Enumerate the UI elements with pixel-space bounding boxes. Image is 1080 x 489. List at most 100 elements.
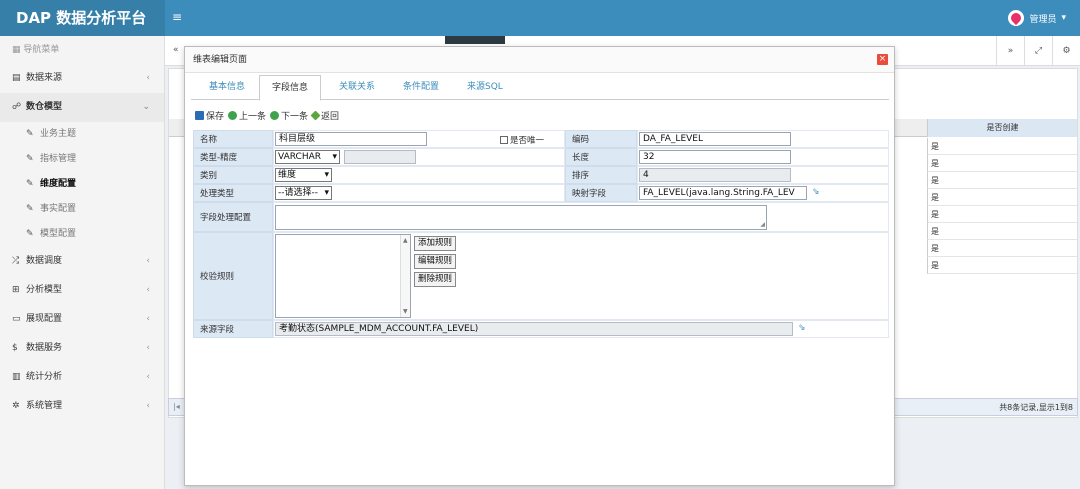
grid-column-header-created[interactable]: 是否创建 bbox=[927, 119, 1077, 137]
type-precision-label: 类型-精度 bbox=[193, 148, 273, 166]
tab-source-sql[interactable]: 来源SQL bbox=[455, 75, 515, 100]
top-navbar: DAP 数据分析平台 ≡ 管理员 ▾ bbox=[0, 0, 1080, 36]
unique-checkbox[interactable]: 是否唯一 bbox=[500, 134, 544, 146]
arrow-down-icon bbox=[270, 110, 280, 120]
save-button[interactable]: 保存 bbox=[195, 109, 224, 122]
first-page-icon[interactable]: |◂ bbox=[173, 402, 180, 411]
chevron-left-icon: ‹ bbox=[146, 256, 150, 266]
tab-conditions[interactable]: 条件配置 bbox=[391, 75, 451, 100]
picker-icon[interactable]: ⇘ bbox=[798, 324, 807, 333]
sidebar-subitem-business-topic[interactable]: ✎ 业务主题 bbox=[0, 122, 164, 147]
menu-toggle-icon[interactable]: ≡ bbox=[172, 10, 182, 24]
dialog-toolbar: 保存 上一条 下一条 返回 bbox=[195, 107, 339, 123]
chevron-left-icon: ‹ bbox=[146, 73, 150, 83]
grid-cell: 是 bbox=[927, 240, 1077, 257]
sidebar-item-warehouse-model[interactable]: ☍ 数仓模型 ⌄ bbox=[0, 93, 164, 122]
chevron-left-icon: ‹ bbox=[146, 372, 150, 382]
grid-cell: 是 bbox=[927, 257, 1077, 274]
process-type-select[interactable]: --请选择-- bbox=[275, 186, 332, 200]
structure-icon: ⊞ bbox=[12, 285, 20, 295]
user-menu[interactable]: 管理员 ▾ bbox=[1008, 10, 1066, 26]
sitemap-icon: ☍ bbox=[12, 102, 22, 112]
type-select[interactable]: VARCHAR bbox=[275, 150, 340, 164]
name-field[interactable]: 科目层级 bbox=[275, 132, 427, 146]
scroll-up-icon[interactable]: ▲ bbox=[403, 237, 408, 244]
sidebar-item-analysis-model[interactable]: ⊞ 分析模型 ‹ bbox=[0, 276, 164, 305]
grid-icon: ▦ bbox=[12, 45, 24, 55]
dollar-icon: $ bbox=[12, 343, 18, 353]
picker-icon[interactable]: ⇘ bbox=[812, 188, 821, 197]
mapping-field[interactable]: FA_LEVEL(java.lang.String.FA_LEV bbox=[639, 186, 807, 200]
sidebar-item-display-config[interactable]: ▭ 展现配置 ‹ bbox=[0, 305, 164, 334]
caret-down-icon: ▾ bbox=[1061, 13, 1066, 23]
wrench-icon: ✎ bbox=[26, 204, 34, 214]
code-field[interactable]: DA_FA_LEVEL bbox=[639, 132, 791, 146]
app-brand[interactable]: DAP 数据分析平台 bbox=[0, 0, 165, 36]
sidebar-item-statistics[interactable]: ▥ 统计分析 ‹ bbox=[0, 363, 164, 392]
chevron-left-icon: ‹ bbox=[146, 285, 150, 295]
precision-field[interactable] bbox=[344, 150, 416, 164]
sidebar-subitem-metrics[interactable]: ✎ 指标管理 bbox=[0, 147, 164, 172]
pagination-info: 共8条记录,显示1到8 bbox=[999, 403, 1073, 412]
length-field[interactable]: 32 bbox=[639, 150, 791, 164]
double-chevron-left-icon[interactable]: « bbox=[173, 45, 179, 55]
grid-cell: 是 bbox=[927, 206, 1077, 223]
active-tab-indicator bbox=[445, 36, 505, 44]
chevron-down-icon: ⌄ bbox=[142, 102, 150, 112]
wrench-icon: ✎ bbox=[26, 129, 34, 139]
scrollbar[interactable]: ▲ ▼ bbox=[400, 235, 410, 317]
wrench-icon: ✎ bbox=[26, 229, 34, 239]
gear-icon[interactable]: ⚙ bbox=[1052, 36, 1080, 66]
gear-icon: ✲ bbox=[12, 401, 20, 411]
save-icon bbox=[195, 110, 204, 120]
checkbox-box[interactable] bbox=[500, 136, 508, 144]
tab-field-info[interactable]: 字段信息 bbox=[259, 75, 322, 101]
resize-grip-icon[interactable]: ◢ bbox=[760, 221, 765, 228]
shuffle-icon: ⤮ bbox=[12, 256, 20, 266]
dialog-tabs: 基本信息 字段信息 关联关系 条件配置 来源SQL bbox=[191, 75, 889, 101]
sidebar-item-data-service[interactable]: $ 数据服务 ‹ bbox=[0, 334, 164, 363]
grid-cell: 是 bbox=[927, 189, 1077, 206]
validation-label: 校验规则 bbox=[193, 232, 273, 320]
tab-basic-info[interactable]: 基本信息 bbox=[197, 75, 257, 100]
sidebar-header: ▦ 导航菜单 bbox=[12, 45, 60, 55]
bar-chart-icon: ▥ bbox=[12, 372, 21, 382]
sidebar: ▦ 导航菜单 ▤ 数据来源 ‹ ☍ 数仓模型 ⌄ ✎ 业务主题 ✎ 指标管理 ✎ 维度配置 ✎… bbox=[0, 36, 165, 489]
order-label: 排序 bbox=[565, 166, 637, 184]
dialog-title: 维表编辑页面 bbox=[185, 47, 894, 73]
wrench-icon: ✎ bbox=[26, 179, 34, 189]
scroll-down-icon[interactable]: ▼ bbox=[403, 308, 408, 315]
back-button[interactable]: 返回 bbox=[310, 109, 339, 122]
code-label: 编码 bbox=[565, 130, 637, 148]
source-field[interactable]: 考勤状态(SAMPLE_MDM_ACCOUNT.FA_LEVEL) bbox=[275, 322, 793, 336]
prev-button[interactable]: 上一条 bbox=[228, 109, 266, 122]
tab-relations[interactable]: 关联关系 bbox=[327, 75, 387, 100]
grid-cell: 是 bbox=[927, 223, 1077, 240]
order-field[interactable]: 4 bbox=[639, 168, 791, 182]
sidebar-subitem-model[interactable]: ✎ 模型配置 bbox=[0, 222, 164, 247]
source-field-label: 来源字段 bbox=[193, 320, 273, 338]
name-label: 名称 bbox=[193, 130, 273, 148]
validation-rule-list[interactable]: ▲ ▼ bbox=[275, 234, 411, 318]
chevron-left-icon: ‹ bbox=[146, 314, 150, 324]
sidebar-item-datasource[interactable]: ▤ 数据来源 ‹ bbox=[0, 64, 164, 93]
mapping-label: 映射字段 bbox=[565, 184, 637, 202]
next-button[interactable]: 下一条 bbox=[270, 109, 308, 122]
category-select[interactable]: 维度 bbox=[275, 168, 332, 182]
sidebar-item-system[interactable]: ✲ 系统管理 ‹ bbox=[0, 392, 164, 421]
process-config-textarea[interactable]: ◢ bbox=[275, 205, 767, 230]
field-form: 名称 科目层级 是否唯一 编码 DA_FA_LEVEL 类型-精度 VARCHA… bbox=[193, 130, 889, 341]
edit-rule-button[interactable]: 编辑规则 bbox=[414, 254, 457, 269]
fullscreen-icon[interactable]: ⤢ bbox=[1024, 36, 1052, 66]
add-rule-button[interactable]: 添加规则 bbox=[414, 236, 457, 251]
sidebar-subitem-dimension[interactable]: ✎ 维度配置 bbox=[0, 172, 164, 197]
double-chevron-right-icon[interactable]: » bbox=[996, 36, 1024, 66]
close-icon[interactable]: × bbox=[877, 54, 888, 65]
sidebar-subitem-fact[interactable]: ✎ 事实配置 bbox=[0, 197, 164, 222]
grid-cell: 是 bbox=[927, 172, 1077, 189]
sidebar-item-scheduling[interactable]: ⤮ 数据调度 ‹ bbox=[0, 247, 164, 276]
wrench-icon: ✎ bbox=[26, 154, 34, 164]
delete-rule-button[interactable]: 删除规则 bbox=[414, 272, 457, 287]
process-type-label: 处理类型 bbox=[193, 184, 273, 202]
process-config-label: 字段处理配置 bbox=[193, 202, 273, 232]
